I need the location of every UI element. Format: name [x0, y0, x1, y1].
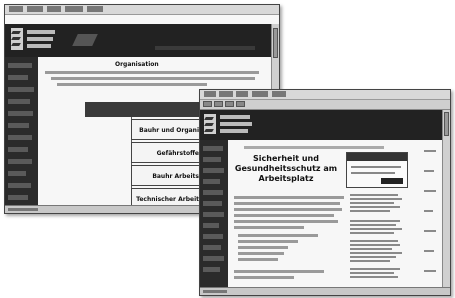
front-heading-line1: Sicherheit und	[253, 154, 319, 163]
nav-item-box[interactable]: Bauhr Arbeits	[131, 165, 203, 186]
front-browser-window: Sicherheit und Gesundheitsschutz am Arbe…	[199, 89, 451, 296]
back-site-logo	[11, 28, 23, 50]
back-nav-connector	[103, 117, 132, 208]
nav-item-box[interactable]: Bauhr und Organi	[131, 119, 203, 140]
nav-item-label: Bauhr und Organi	[139, 127, 199, 134]
front-site-header	[200, 110, 443, 140]
back-icon[interactable]	[203, 101, 212, 107]
front-sidebox	[346, 152, 408, 188]
front-left-sidebar	[200, 140, 228, 287]
back-page-title: Organisation	[115, 61, 159, 68]
forward-icon[interactable]	[214, 101, 223, 107]
back-left-sidebar	[5, 57, 38, 205]
back-site-header	[5, 24, 272, 57]
nav-item-label: Technischer Arbeit	[136, 196, 199, 203]
front-far-right-strip	[422, 140, 440, 285]
back-menu-bar[interactable]	[5, 5, 279, 15]
sidebox-button[interactable]	[381, 178, 403, 184]
back-header-graphic	[72, 34, 98, 46]
nav-item-label: Bauhr Arbeits	[152, 173, 199, 180]
front-site-logo	[204, 114, 216, 134]
nav-item-label: Gefährstoffe	[156, 150, 199, 157]
front-heading-line3: Arbeitsplatz	[258, 174, 314, 183]
home-icon[interactable]	[236, 101, 245, 107]
front-status-bar	[200, 287, 450, 295]
front-menu-bar[interactable]	[200, 90, 450, 100]
front-toolbar[interactable]	[200, 100, 450, 110]
front-vertical-scrollbar[interactable]	[442, 110, 450, 287]
front-heading-line2: Gesundheitsschutz am	[234, 164, 338, 173]
nav-item-box[interactable]: Gefährstoffe	[131, 142, 203, 163]
reload-icon[interactable]	[225, 101, 234, 107]
